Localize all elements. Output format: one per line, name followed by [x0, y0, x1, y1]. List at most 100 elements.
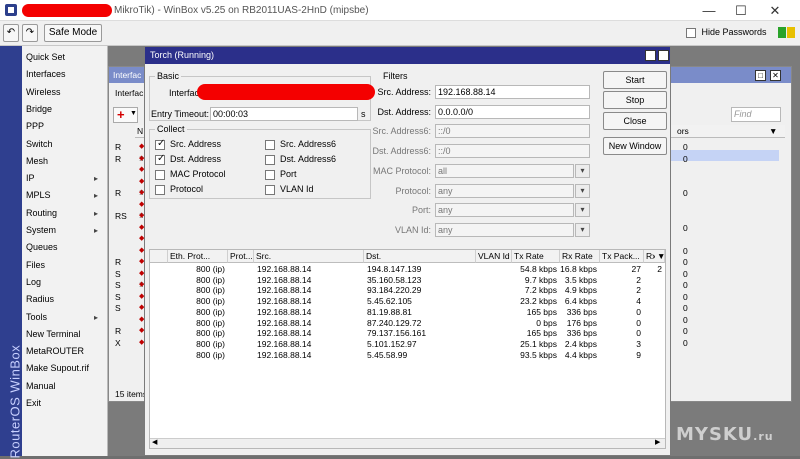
sidebar-item-queues[interactable]: Queues	[22, 239, 108, 256]
checkbox-box[interactable]	[265, 139, 275, 150]
sidebar-item-wireless[interactable]: Wireless	[22, 84, 108, 101]
sidebar-item-mpls[interactable]: MPLS ▸	[22, 187, 108, 204]
scroll-right-icon[interactable]: ▶	[655, 438, 660, 446]
checkbox-box[interactable]	[265, 154, 275, 165]
table-row[interactable]: 800 (ip) 192.168.88.14 5.101.152.97 25.1 kb…	[150, 339, 665, 349]
filter-input[interactable]: ::/0	[435, 124, 590, 139]
redo-icon[interactable]: ↷	[22, 24, 38, 42]
sidebar-item-tools[interactable]: Tools ▸	[22, 309, 108, 326]
checkbox-box[interactable]	[155, 153, 165, 165]
table-row[interactable]: 800 (ip) 192.168.88.14 5.45.58.99 93.5 kbps…	[150, 350, 665, 360]
sidebar-item-metarouter[interactable]: MetaROUTER	[22, 343, 108, 360]
chevron-down-icon[interactable]: ▾	[575, 203, 590, 218]
sidebar-item-ppp[interactable]: PPP	[22, 118, 108, 135]
close-icon[interactable]: ✕	[760, 2, 790, 20]
table-header-4[interactable]: VLAN Id	[476, 250, 512, 263]
table-header-2[interactable]: Src.	[254, 250, 364, 263]
sidebar-item-system[interactable]: System ▸	[22, 222, 108, 239]
sidebar-item-quick-set[interactable]: Quick Set	[22, 49, 108, 66]
filter-input[interactable]: ::/0	[435, 144, 590, 159]
checkbox-box[interactable]	[155, 169, 165, 180]
filter-label: VLAN Id:	[394, 224, 431, 235]
chevron-down-icon[interactable]: ▼	[655, 250, 665, 263]
checkbox-vlan-id[interactable]: VLAN Id	[265, 184, 314, 195]
checkbox-src-address6[interactable]: Src. Address6	[265, 139, 336, 150]
sidebar-item-label: PPP	[26, 121, 45, 132]
filter-input[interactable]: 0.0.0.0/0	[435, 104, 590, 119]
restore-icon[interactable]: □	[755, 70, 766, 81]
chevron-down-icon[interactable]: ▾	[575, 183, 590, 198]
checkbox-dst-address6[interactable]: Dst. Address6	[265, 154, 336, 165]
checkbox-box[interactable]	[155, 184, 165, 195]
table-header-5[interactable]: Tx Rate	[512, 250, 560, 263]
interface-tab[interactable]: Interfac	[115, 88, 143, 98]
checkbox-label: Port	[280, 169, 297, 179]
checkbox-box[interactable]	[265, 184, 275, 195]
start-button[interactable]: Start	[603, 71, 667, 89]
find-input[interactable]: Find	[731, 107, 781, 122]
sidebar-item-ip[interactable]: IP ▸	[22, 170, 108, 187]
entry-timeout-input[interactable]: 00:00:03	[210, 107, 358, 121]
sidebar-item-label: Log	[26, 276, 42, 287]
table-row[interactable]: 800 (ip) 192.168.88.14 93.184.220.29 7.2 kb…	[150, 285, 665, 295]
sidebar-item-interfaces[interactable]: Interfaces	[22, 66, 108, 83]
close-button[interactable]: Close	[603, 112, 667, 130]
stop-button[interactable]: Stop	[603, 91, 667, 109]
new-window-button[interactable]: New Window	[603, 137, 667, 155]
sidebar-item-new-terminal[interactable]: New Terminal	[22, 326, 108, 343]
table-row[interactable]: 800 (ip) 192.168.88.14 81.19.88.81 165 bps 3…	[150, 307, 665, 317]
table-row[interactable]: 800 (ip) 192.168.88.14 5.45.62.105 23.2 kbp…	[150, 296, 665, 306]
sidebar-item-radius[interactable]: Radius	[22, 291, 108, 308]
table-row[interactable]: 800 (ip) 192.168.88.14 79.137.156.161 165 b…	[150, 328, 665, 338]
filter-input[interactable]: 192.168.88.14	[435, 85, 590, 99]
filter-input[interactable]: any	[435, 203, 574, 218]
restore-icon[interactable]: □	[645, 50, 656, 61]
checkbox-mac-protocol[interactable]: MAC Protocol	[155, 169, 226, 180]
interface-value: 0	[683, 314, 688, 325]
hide-passwords-checkbox[interactable]: Hide Passwords	[686, 27, 767, 38]
safe-mode-button[interactable]: Safe Mode	[44, 24, 102, 42]
chevron-down-icon[interactable]: ▾	[575, 222, 590, 237]
sidebar-item-log[interactable]: Log	[22, 274, 108, 291]
sidebar-item-manual[interactable]: Manual	[22, 378, 108, 395]
maximize-icon[interactable]: ☐	[726, 2, 756, 20]
sidebar-item-files[interactable]: Files	[22, 257, 108, 274]
minimize-icon[interactable]: —	[694, 2, 724, 20]
table-row[interactable]: 800 (ip) 192.168.88.14 87.240.129.72 0 bps 1…	[150, 318, 665, 328]
table-row[interactable]: 800 (ip) 192.168.88.14 35.160.58.123 9.7 kb…	[150, 275, 665, 285]
sidebar-item-label: New Terminal	[26, 328, 81, 339]
checkbox-box[interactable]	[265, 169, 275, 180]
sidebar-item-switch[interactable]: Switch	[22, 136, 108, 153]
checkbox-protocol[interactable]: Protocol	[155, 184, 203, 195]
sidebar-item-make-supout-rif[interactable]: Make Supout.rif	[22, 360, 108, 377]
table-header-0[interactable]: Eth. Prot...	[168, 250, 228, 263]
sidebar-item-mesh[interactable]: Mesh	[22, 153, 108, 170]
close-icon[interactable]: ✕	[658, 50, 669, 61]
table-header-1[interactable]: Prot...	[228, 250, 254, 263]
sidebar-item-label: IP	[26, 173, 35, 184]
checkbox-src-address[interactable]: Src. Address	[155, 138, 221, 150]
table-cell: 800 (ip)	[196, 264, 225, 274]
table-header-3[interactable]: Dst.	[364, 250, 476, 263]
table-header-7[interactable]: Tx Pack...	[600, 250, 644, 263]
filter-input[interactable]: any	[435, 183, 574, 198]
close-icon[interactable]: ✕	[770, 70, 781, 81]
table-row[interactable]: 800 (ip) 192.168.88.14 194.8.147.139 54.8 k…	[150, 264, 665, 274]
filter-input[interactable]: all	[435, 163, 574, 178]
checkbox-dst-address[interactable]: Dst. Address	[155, 153, 221, 165]
table-cell: 0	[636, 306, 641, 317]
torch-titlebar[interactable]: Torch (Running) □ ✕	[145, 47, 670, 64]
checkbox-port[interactable]: Port	[265, 169, 297, 180]
sidebar-item-bridge[interactable]: Bridge	[22, 101, 108, 118]
filter-input[interactable]: any	[435, 222, 574, 237]
sidebar-item-exit[interactable]: Exit	[22, 395, 108, 412]
undo-icon[interactable]: ↶	[3, 24, 19, 42]
chevron-down-icon[interactable]: ▾	[575, 163, 590, 178]
sidebar-item-routing[interactable]: Routing ▸	[22, 205, 108, 222]
add-button[interactable]: + ▼	[113, 107, 138, 123]
chevron-down-icon[interactable]: ▼	[769, 126, 777, 136]
horizontal-scrollbar[interactable]: ◀ ▶	[150, 438, 665, 448]
table-header-6[interactable]: Rx Rate	[560, 250, 600, 263]
scroll-left-icon[interactable]: ◀	[152, 438, 157, 446]
checkbox-box[interactable]	[155, 138, 165, 150]
